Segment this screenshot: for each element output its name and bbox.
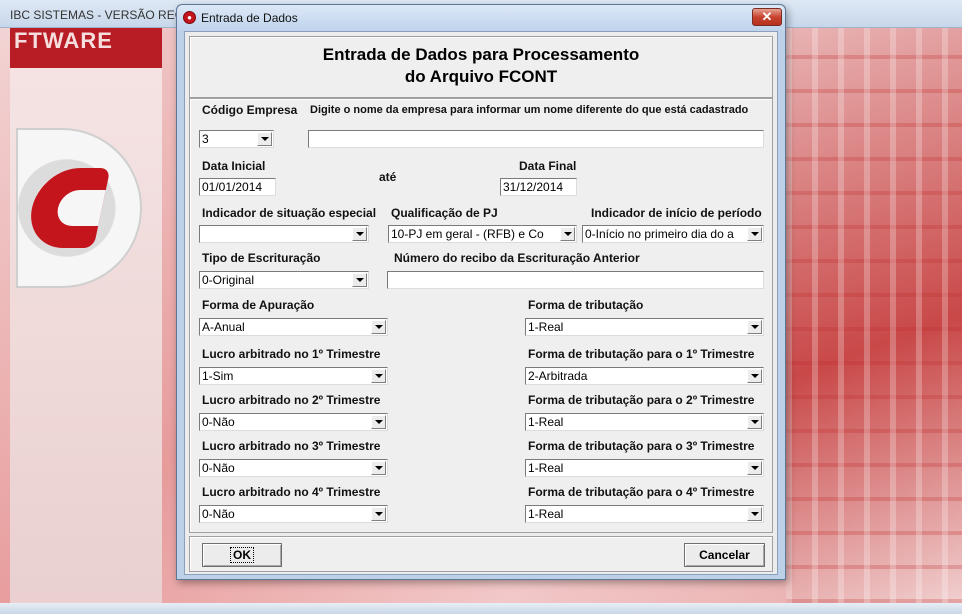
qualificacao-pj-select[interactable]: 10-PJ em geral - (RFB) e Co bbox=[388, 225, 577, 243]
header-title-line1: Entrada de Dados para Processamento bbox=[322, 45, 640, 64]
chevron-down-icon[interactable] bbox=[747, 227, 762, 241]
header-panel: Entrada de Dados para Processamento do A… bbox=[189, 36, 773, 98]
numero-recibo-input[interactable] bbox=[387, 271, 764, 289]
chevron-down-icon[interactable] bbox=[747, 320, 762, 334]
trib-3-value: 1-Real bbox=[528, 461, 564, 475]
lucro-2-label: Lucro arbitrado no 2º Trimestre bbox=[202, 393, 381, 407]
chevron-down-icon[interactable] bbox=[747, 415, 762, 429]
background-bottom-bar bbox=[0, 603, 962, 614]
indicador-situacao-label: Indicador de situação especial bbox=[202, 206, 377, 220]
forma-apuracao-select[interactable]: A-Anual bbox=[199, 318, 388, 336]
background-app-title: IBC SISTEMAS - VERSÃO REGIST bbox=[10, 8, 203, 22]
lucro-4-value: 0-Não bbox=[202, 507, 235, 521]
tipo-escrituracao-select[interactable]: 0-Original bbox=[199, 271, 369, 289]
chevron-down-icon[interactable] bbox=[352, 227, 367, 241]
forma-tributacao-label: Forma de tributação bbox=[528, 298, 644, 312]
lucro-2-select[interactable]: 0-Não bbox=[199, 413, 388, 431]
lucro-3-select[interactable]: 0-Não bbox=[199, 459, 388, 477]
trib-4-value: 1-Real bbox=[528, 507, 564, 521]
trib-1-label: Forma de tributação para o 1º Trimestre bbox=[528, 347, 755, 361]
tipo-escrituracao-label: Tipo de Escrituração bbox=[202, 251, 321, 265]
chevron-down-icon[interactable] bbox=[371, 507, 386, 521]
trib-2-label: Forma de tributação para o 2º Trimestre bbox=[528, 393, 755, 407]
background-circuit-image bbox=[786, 28, 962, 603]
forma-apuracao-label: Forma de Apuração bbox=[202, 298, 315, 312]
ok-button-label: OK bbox=[230, 547, 254, 563]
lucro-2-value: 0-Não bbox=[202, 415, 235, 429]
background-side-banner: FTWARE bbox=[10, 28, 162, 603]
qualificacao-pj-label: Qualificação de PJ bbox=[391, 206, 498, 220]
indicador-inicio-select[interactable]: 0-Início no primeiro dia do a bbox=[582, 225, 764, 243]
data-inicial-input[interactable]: 01/01/2014 bbox=[199, 178, 276, 196]
forma-tributacao-select[interactable]: 1-Real bbox=[525, 318, 764, 336]
lucro-1-label: Lucro arbitrado no 1º Trimestre bbox=[202, 347, 381, 361]
dialog-client-area: Entrada de Dados para Processamento do A… bbox=[184, 31, 778, 575]
nome-empresa-label: Digite o nome da empresa para informar u… bbox=[310, 104, 749, 116]
lucro-4-label: Lucro arbitrado no 4º Trimestre bbox=[202, 485, 381, 499]
lucro-3-label: Lucro arbitrado no 3º Trimestre bbox=[202, 439, 381, 453]
dialog-title: Entrada de Dados bbox=[201, 11, 298, 25]
lucro-3-value: 0-Não bbox=[202, 461, 235, 475]
codigo-empresa-label: Código Empresa bbox=[202, 103, 298, 117]
chevron-down-icon[interactable] bbox=[371, 369, 386, 383]
data-final-input[interactable]: 31/12/2014 bbox=[500, 178, 577, 196]
forma-apuracao-value: A-Anual bbox=[202, 320, 245, 334]
data-final-label: Data Final bbox=[519, 159, 577, 173]
logo-c-icon bbox=[23, 168, 111, 248]
ok-button[interactable]: OK bbox=[202, 543, 282, 567]
trib-1-value: 2-Arbitrada bbox=[528, 369, 588, 383]
chevron-down-icon[interactable] bbox=[371, 461, 386, 475]
numero-recibo-label: Número do recibo da Escrituração Anterio… bbox=[394, 251, 640, 265]
trib-2-value: 1-Real bbox=[528, 415, 564, 429]
header-title-line2: do Arquivo FCONT bbox=[404, 67, 558, 86]
trib-3-label: Forma de tributação para o 3º Trimestre bbox=[528, 439, 755, 453]
dialog-titlebar[interactable]: ● Entrada de Dados ✕ bbox=[177, 5, 785, 31]
chevron-down-icon[interactable] bbox=[747, 507, 762, 521]
cancel-button[interactable]: Cancelar bbox=[684, 543, 765, 567]
ate-label: até bbox=[379, 170, 397, 184]
indicador-inicio-label: Indicador de início de período bbox=[591, 206, 762, 220]
company-logo bbox=[16, 128, 142, 288]
lucro-1-select[interactable]: 1-Sim bbox=[199, 367, 388, 385]
footer-panel: OK Cancelar bbox=[189, 536, 773, 572]
tipo-escrituracao-value: 0-Original bbox=[202, 273, 255, 287]
entrada-dados-dialog: ● Entrada de Dados ✕ Entrada de Dados pa… bbox=[176, 4, 786, 580]
trib-4-select[interactable]: 1-Real bbox=[525, 505, 764, 523]
trib-2-select[interactable]: 1-Real bbox=[525, 413, 764, 431]
chevron-down-icon[interactable] bbox=[257, 132, 272, 146]
form-panel: Código Empresa Digite o nome da empresa … bbox=[189, 98, 773, 533]
data-inicial-label: Data Inicial bbox=[202, 159, 266, 173]
background-banner-text: FTWARE bbox=[14, 28, 113, 53]
nome-empresa-input[interactable] bbox=[308, 130, 764, 148]
trib-1-select[interactable]: 2-Arbitrada bbox=[525, 367, 764, 385]
indicador-inicio-value: 0-Início no primeiro dia do a bbox=[585, 227, 734, 241]
chevron-down-icon[interactable] bbox=[560, 227, 575, 241]
app-icon: ● bbox=[183, 11, 196, 24]
indicador-situacao-select[interactable] bbox=[199, 225, 369, 243]
codigo-empresa-value: 3 bbox=[202, 132, 209, 146]
chevron-down-icon[interactable] bbox=[747, 461, 762, 475]
chevron-down-icon[interactable] bbox=[747, 369, 762, 383]
chevron-down-icon[interactable] bbox=[371, 320, 386, 334]
trib-3-select[interactable]: 1-Real bbox=[525, 459, 764, 477]
chevron-down-icon[interactable] bbox=[352, 273, 367, 287]
lucro-4-select[interactable]: 0-Não bbox=[199, 505, 388, 523]
trib-4-label: Forma de tributação para o 4º Trimestre bbox=[528, 485, 755, 499]
qualificacao-pj-value: 10-PJ em geral - (RFB) e Co bbox=[391, 227, 544, 241]
chevron-down-icon[interactable] bbox=[371, 415, 386, 429]
lucro-1-value: 1-Sim bbox=[202, 369, 234, 383]
forma-tributacao-value: 1-Real bbox=[528, 320, 564, 334]
codigo-empresa-select[interactable]: 3 bbox=[199, 130, 274, 148]
close-button[interactable]: ✕ bbox=[752, 8, 782, 26]
